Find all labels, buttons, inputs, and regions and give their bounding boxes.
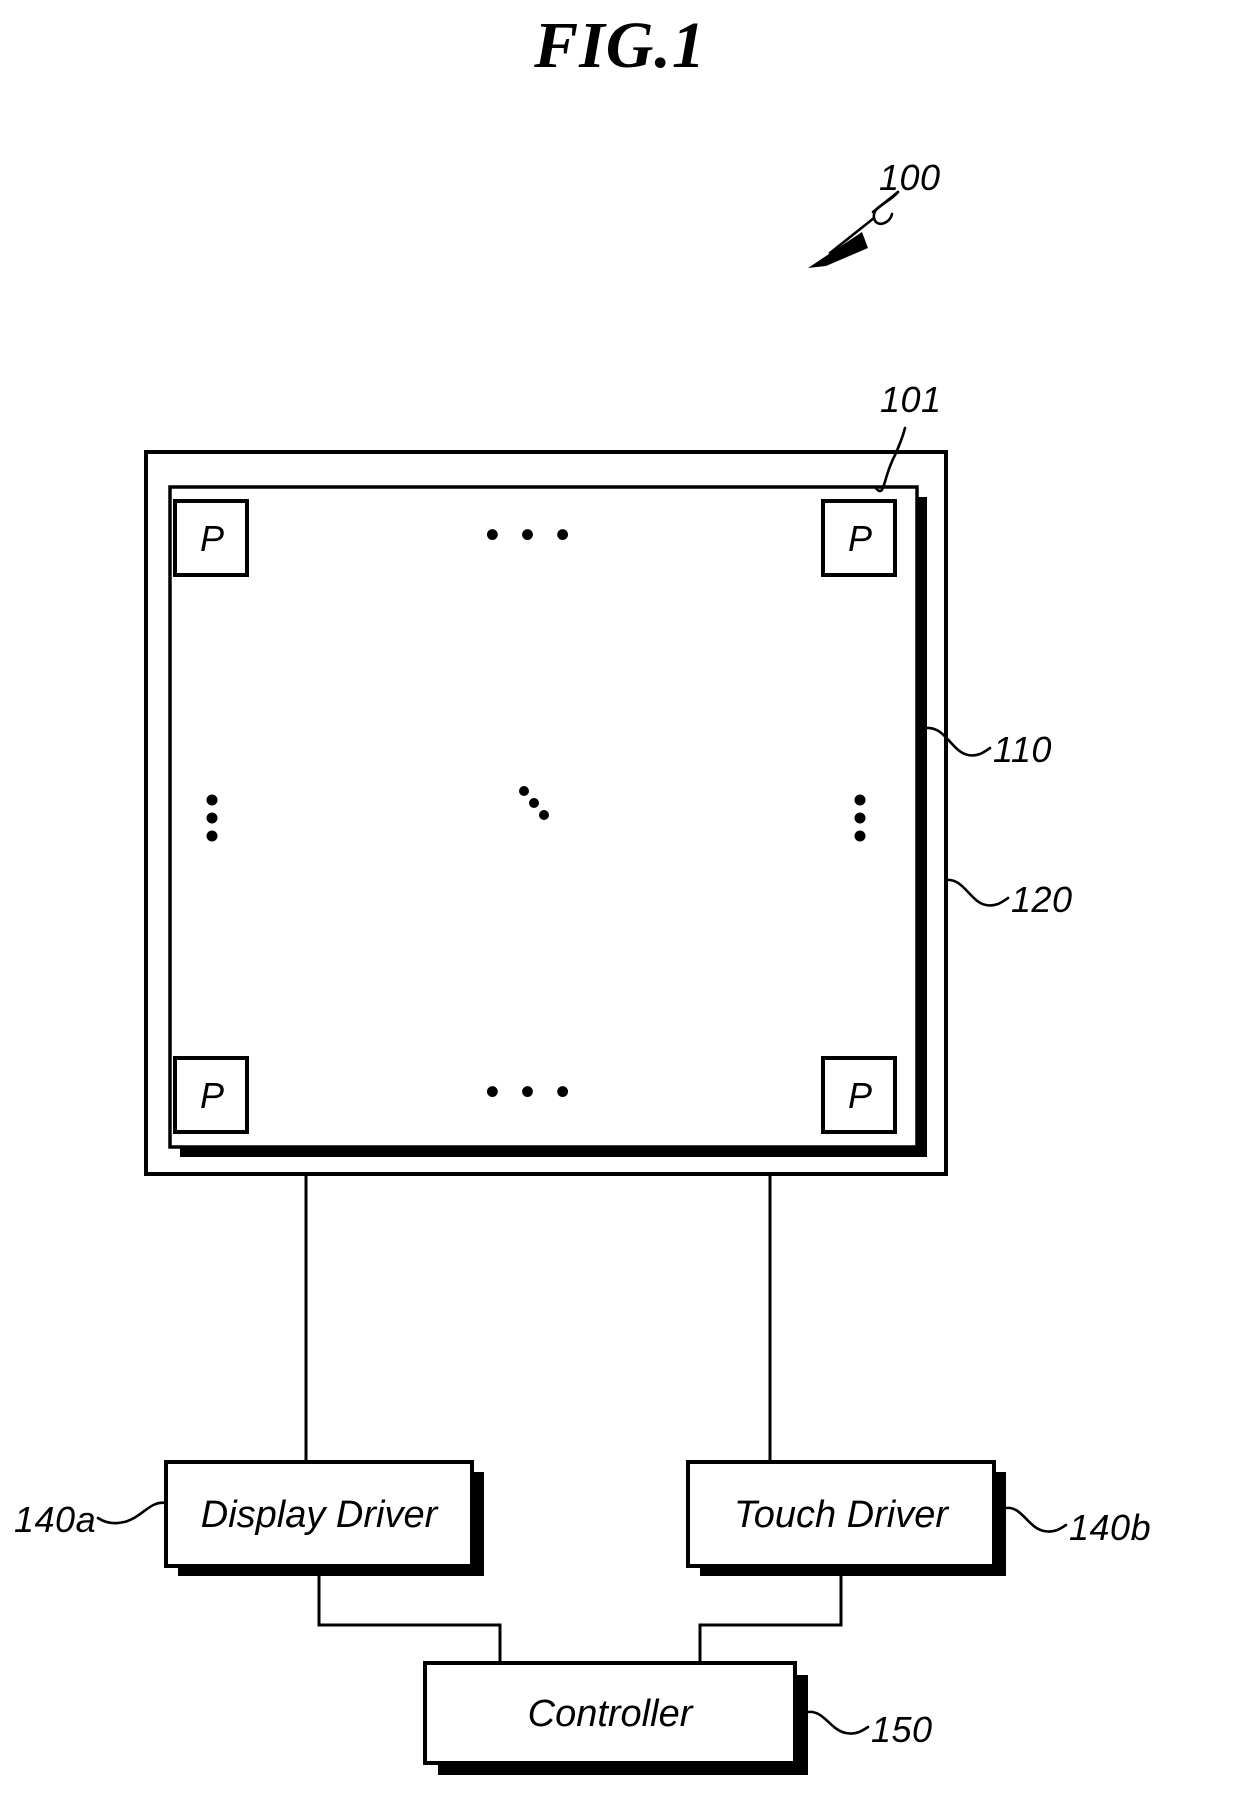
touch-driver-block[interactable]: Touch Driver [686,1460,1006,1576]
ellipsis-dot [519,786,529,796]
pixel-label: P [848,518,872,559]
ellipsis-dot [206,812,218,824]
ref-label-150: 150 [871,1709,933,1750]
ellipsis-dot [539,810,549,820]
ref-label-120: 120 [1011,879,1073,920]
ref-label-110: 110 [993,729,1052,770]
controller-label: Controller [528,1693,694,1735]
ellipsis-dot [529,798,539,808]
arrowhead-100-icon [808,232,868,268]
controller-block[interactable]: Controller [423,1661,808,1775]
callout-140a: 140a [14,1499,168,1540]
pixel-label: P [200,518,224,559]
patent-figure: FIG.1 100 101 110 120 P P P P • • • • • … [0,0,1240,1794]
callout-140b: 140b [1004,1506,1151,1548]
ref-label-101: 101 [880,379,942,420]
connector-touch-driver-controller [698,1576,843,1665]
pixel-top-left: P [173,499,249,577]
ellipsis-left [206,794,218,842]
ref-label-140a: 140a [14,1499,96,1540]
ellipsis-dot [206,830,218,842]
pixel-label: P [848,1075,872,1116]
leader-line-150 [806,1710,870,1735]
ellipsis-dot [854,812,866,824]
ellipsis-dot [854,830,866,842]
ellipsis-top: • • • [485,513,574,557]
ellipsis-dot [854,794,866,806]
callout-150: 150 [806,1709,933,1750]
ellipsis-right [854,794,866,842]
callout-100: 100 [808,157,941,268]
leader-line-140b [1004,1506,1068,1533]
touch-driver-label: Touch Driver [734,1494,949,1536]
pixel-bottom-right: P [821,1056,897,1134]
pixel-top-right: P [821,499,897,577]
ref-label-100: 100 [879,157,941,198]
ref-label-140b: 140b [1069,1507,1151,1548]
leader-line-120 [944,878,1010,907]
figure-drawing: 100 101 110 120 P P P P • • • • • • Disp… [14,157,1151,1775]
leader-line-140a [96,1501,168,1525]
pixel-label: P [200,1075,224,1116]
callout-120: 120 [944,878,1073,920]
display-driver-block[interactable]: Display Driver [164,1460,484,1576]
ellipsis-dot [206,794,218,806]
connector-display-driver-controller [317,1576,502,1665]
display-driver-label: Display Driver [201,1494,439,1536]
pixel-bottom-left: P [173,1056,249,1134]
ellipsis-bottom: • • • [485,1070,574,1114]
